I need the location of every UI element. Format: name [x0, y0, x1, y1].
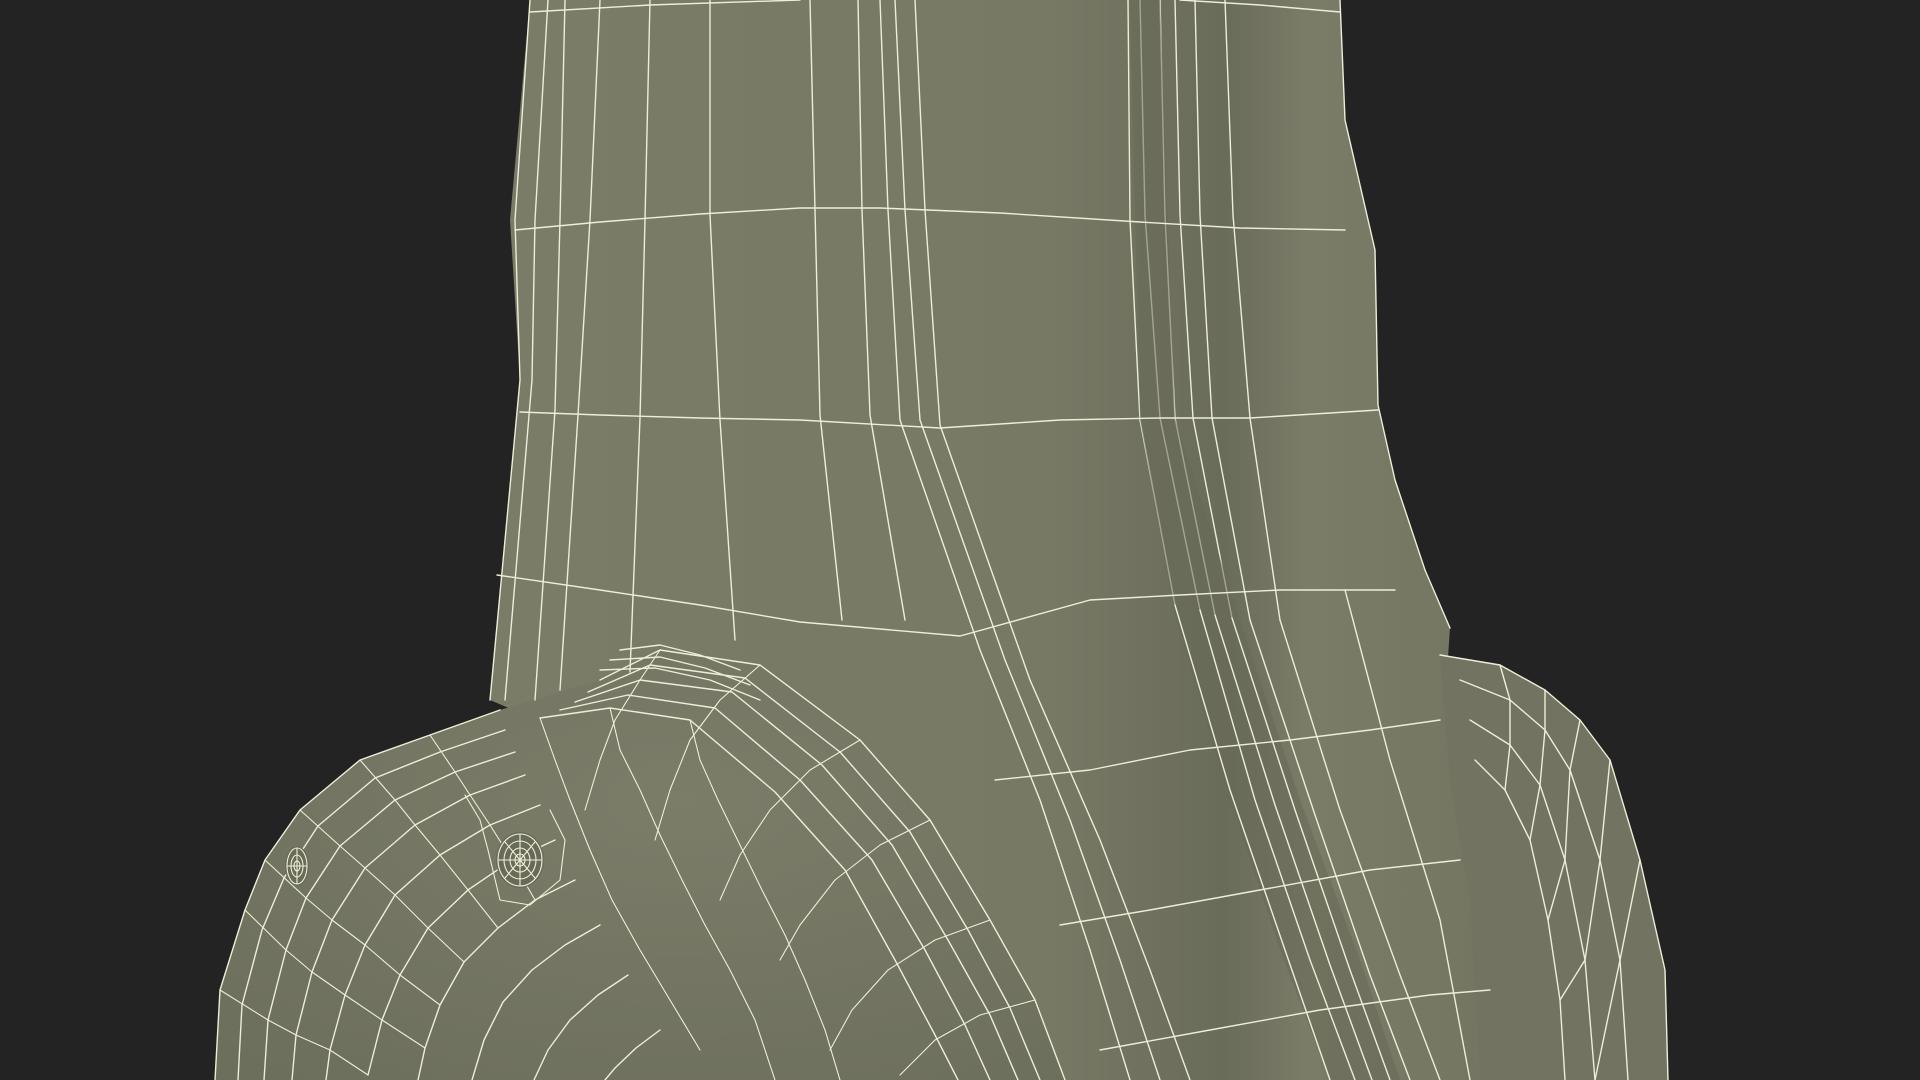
- bolt-icon: [496, 832, 544, 888]
- wireframe-model: [214, 0, 1669, 1080]
- bolt-icon: [285, 846, 309, 886]
- render-viewport: [0, 0, 1920, 1080]
